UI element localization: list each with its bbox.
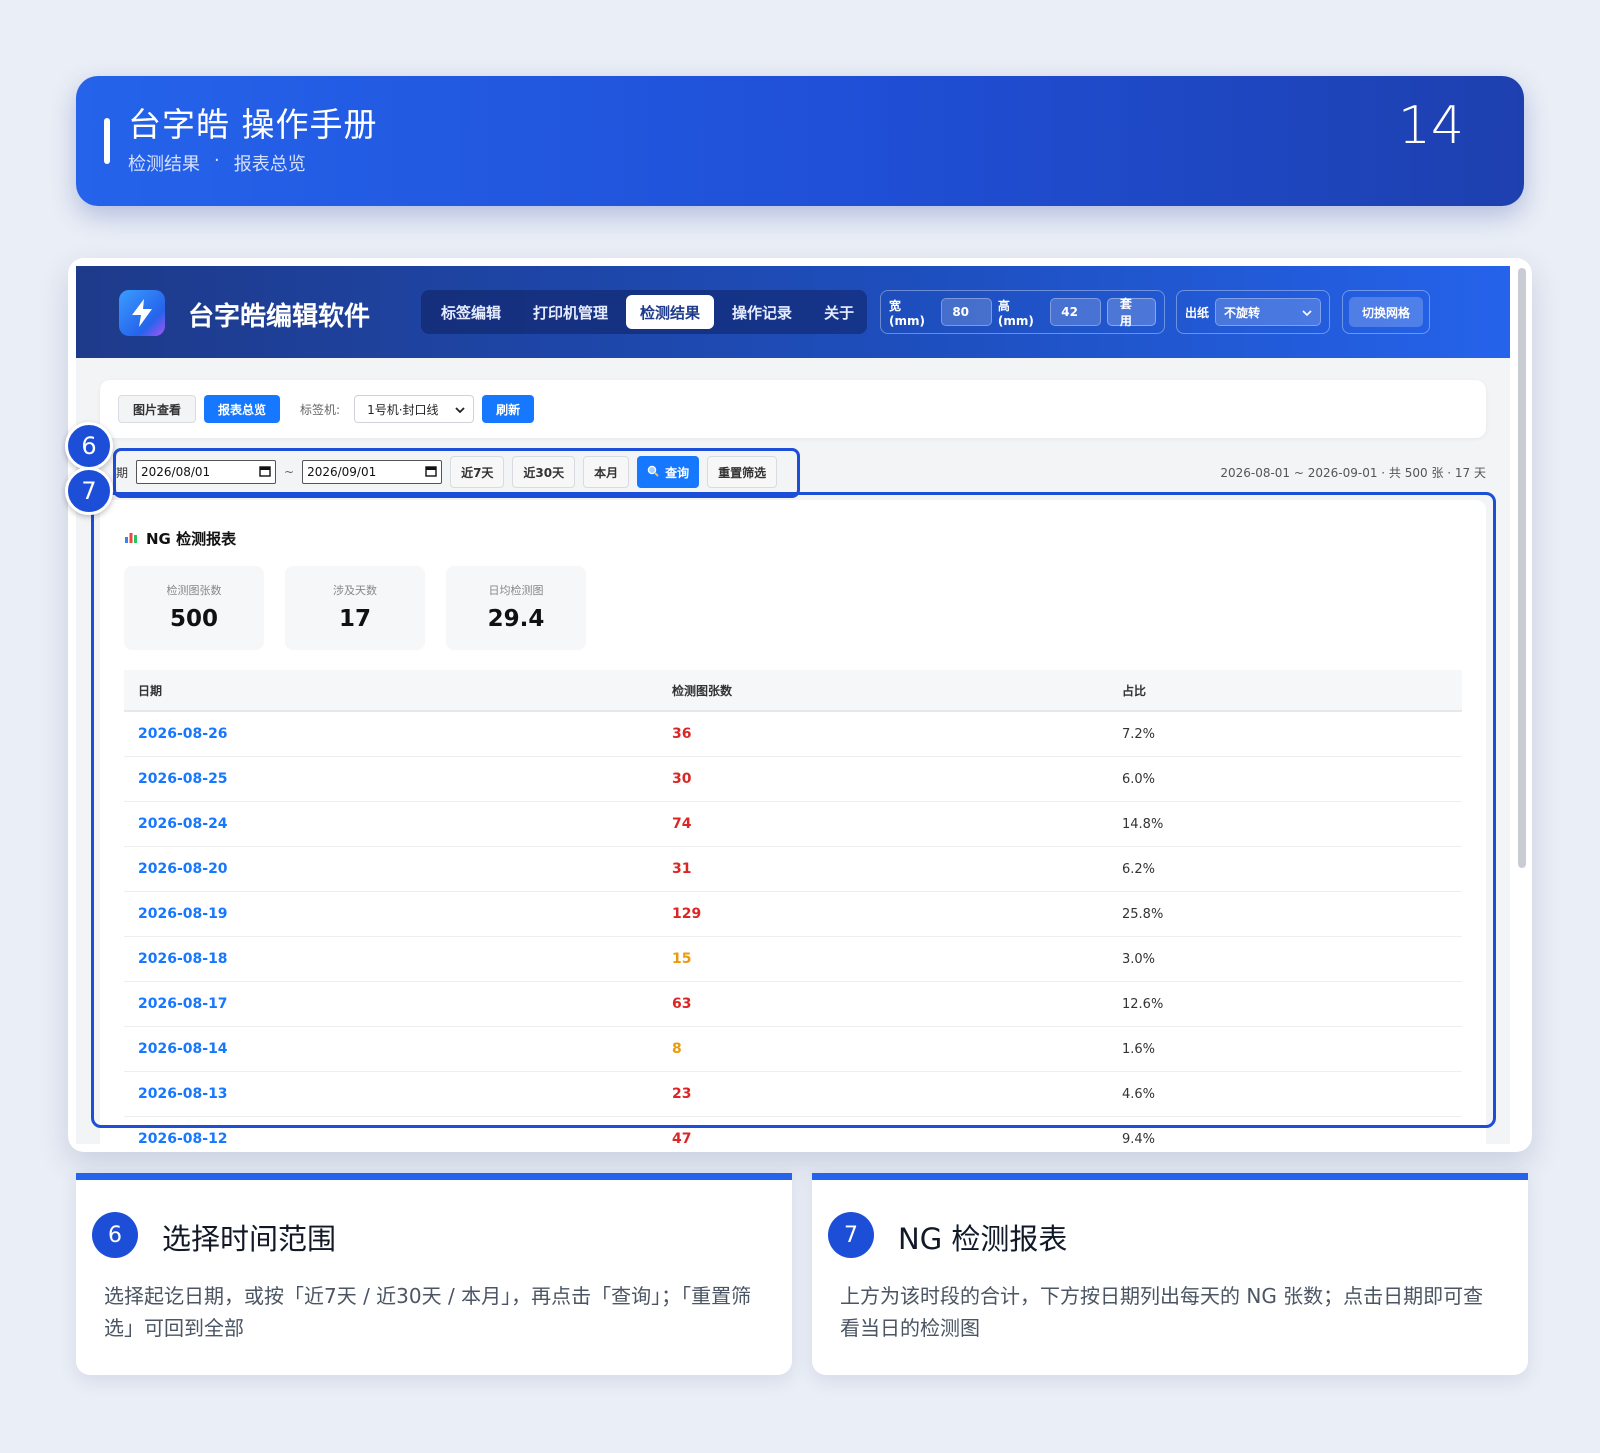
tab-about[interactable]: 关于: [810, 295, 868, 329]
paper-output-group: 出纸 不旋转: [1176, 290, 1330, 334]
tab-label-editor[interactable]: 标签编辑: [427, 295, 515, 329]
lightning-logo-icon: [119, 290, 165, 336]
step-title: 选择时间范围: [162, 1222, 337, 1256]
manual-header: 台字皓 操作手册 检测结果 · 报表总览 14: [76, 76, 1524, 206]
chevron-down-icon: [455, 402, 465, 416]
toggle-grid-label: 切换网格: [1349, 297, 1423, 327]
rotation-value: 不旋转: [1224, 305, 1261, 320]
tab-detection-results[interactable]: 检测结果: [626, 295, 715, 329]
image-view-button[interactable]: 图片查看: [118, 395, 197, 423]
toggle-grid-button[interactable]: 切换网格: [1342, 290, 1430, 334]
chevron-down-icon: [1302, 305, 1312, 319]
subtitle-section: 检测结果: [128, 154, 200, 175]
marker-6: 6: [65, 422, 113, 470]
subtitle-separator: ·: [214, 150, 220, 171]
refresh-button[interactable]: 刷新: [482, 395, 535, 423]
manual-subtitle: 检测结果 · 报表总览: [128, 150, 306, 176]
main-nav: 标签编辑 打印机管理 检测结果 操作记录 关于: [421, 290, 867, 334]
range-summary: 2026-08-01 ~ 2026-09-01 · 共 500 张 · 17 天: [1220, 466, 1486, 480]
paper-output-label: 出纸: [1185, 305, 1210, 320]
rotation-select[interactable]: 不旋转: [1215, 298, 1321, 326]
report-overview-button[interactable]: 报表总览: [204, 395, 281, 423]
width-input[interactable]: 80: [941, 298, 992, 326]
step-number: 6: [92, 1212, 138, 1258]
ng-count: 47: [672, 1131, 692, 1144]
marker-7: 7: [65, 467, 113, 515]
step-card-6: 6 选择时间范围 选择起讫日期，或按「近7天 / 近30天 / 本月」，再点击「…: [76, 1173, 792, 1375]
labeler-select[interactable]: 1号机·封口线: [354, 395, 475, 423]
app-header: 台字皓编辑软件 标签编辑 打印机管理 检测结果 操作记录 关于 宽(mm) 80…: [76, 266, 1510, 358]
tab-printer-management[interactable]: 打印机管理: [519, 295, 622, 329]
title-accent-bar: [104, 118, 110, 164]
vertical-scrollbar[interactable]: [1518, 268, 1526, 868]
page-number: 14: [1397, 96, 1464, 156]
step-description: 上方为该时段的合计，下方按日期列出每天的 NG 张数；点击日期即可查看当日的检测…: [840, 1284, 1484, 1340]
highlight-ng-report: [91, 492, 1496, 1128]
height-input[interactable]: 42: [1050, 298, 1101, 326]
subtitle-topic: 报表总览: [233, 154, 306, 175]
ng-ratio: 9.4%: [1122, 1131, 1156, 1145]
labeler-value: 1号机·封口线: [367, 402, 439, 417]
apply-size-button[interactable]: 套用: [1106, 297, 1157, 328]
step-description: 选择起讫日期，或按「近7天 / 近30天 / 本月」，再点击「查询」；「重置筛选…: [104, 1284, 752, 1340]
highlight-date-filter: [113, 448, 800, 498]
label-size-group: 宽(mm) 80 高(mm) 42 套用: [880, 290, 1165, 334]
labeler-label: 标签机:: [300, 402, 341, 417]
step-title: NG 检测报表: [898, 1222, 1068, 1256]
results-toolbar: 图片查看 报表总览 标签机: 1号机·封口线 刷新: [100, 380, 1486, 438]
step-number: 7: [828, 1212, 874, 1258]
app-name: 台字皓编辑软件: [188, 302, 371, 332]
height-label: 高(mm): [997, 298, 1034, 328]
tab-operation-log[interactable]: 操作记录: [718, 295, 806, 329]
manual-title: 台字皓 操作手册: [128, 105, 378, 144]
step-card-7: 7 NG 检测报表 上方为该时段的合计，下方按日期列出每天的 NG 张数；点击日…: [812, 1173, 1528, 1375]
width-label: 宽(mm): [889, 298, 925, 328]
date-link[interactable]: 2026-08-12: [124, 1131, 672, 1144]
